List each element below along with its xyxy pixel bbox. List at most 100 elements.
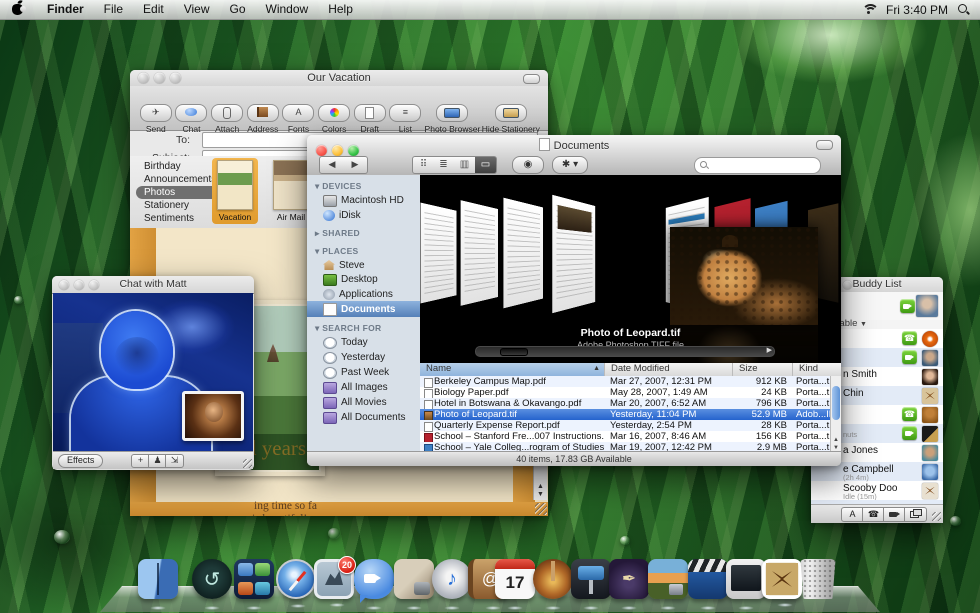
coverflow-view-button[interactable]: ▭ <box>475 156 497 174</box>
column-header-date[interactable]: Date Modified <box>605 363 733 376</box>
mail-resize-grip[interactable] <box>535 503 547 515</box>
forward-button[interactable]: ▶ <box>343 156 368 174</box>
finder-window[interactable]: Documents ◀ ▶ ⠿ ≣ ▥ ▭ ◉ ✱ ▾ ▾ DEVICES Ma… <box>307 135 841 466</box>
audio-chat-badge[interactable]: ☎ <box>902 407 917 421</box>
video-chat-button[interactable] <box>883 507 906 522</box>
chat-button[interactable]: Chat <box>174 104 210 134</box>
local-video-preview[interactable] <box>182 391 244 441</box>
column-view-button[interactable]: ▥ <box>454 156 476 174</box>
dock-trash-icon[interactable] <box>798 559 838 599</box>
menu-window[interactable]: Window <box>256 0 319 19</box>
hide-stationery-button[interactable]: Hide Stationery <box>482 104 540 134</box>
file-row[interactable]: Hotel in Botswana & Okavango.pdf Mar 20,… <box>420 398 831 409</box>
buddy-row[interactable]: Scooby Doo Idle (15m) <box>811 481 943 500</box>
scroll-up-arrow[interactable]: ▲ <box>831 437 841 443</box>
sidebar-item-past-week[interactable]: Past Week <box>307 365 420 380</box>
sidebar-item-today[interactable]: Today <box>307 335 420 350</box>
coverflow-scrubber[interactable]: ▶ <box>475 346 775 357</box>
dock-butterfly-picture-icon[interactable] <box>762 559 802 599</box>
spotlight-icon[interactable] <box>958 4 970 16</box>
action-menu-button[interactable]: ✱ ▾ <box>552 156 588 174</box>
file-row[interactable]: Berkeley Campus Map.pdf Mar 27, 2007, 12… <box>420 376 831 387</box>
colors-button[interactable]: Colors <box>316 104 352 134</box>
my-avatar[interactable] <box>916 295 938 317</box>
file-row[interactable]: Quarterly Expense Report.pdf Yesterday, … <box>420 420 831 431</box>
devices-header[interactable]: ▾ DEVICES <box>307 175 420 193</box>
coverflow-document[interactable] <box>420 203 456 304</box>
audio-chat-badge[interactable]: ☎ <box>902 331 917 345</box>
attach-button[interactable]: Attach <box>209 104 245 134</box>
sidebar-item-steve[interactable]: Steve <box>307 258 420 272</box>
dock-mail-icon[interactable]: 20 <box>314 559 354 599</box>
audio-chat-button[interactable]: ☎ <box>862 507 885 522</box>
mail-titlebar[interactable]: Our Vacation <box>130 70 548 87</box>
scroll-down-arrow[interactable]: ▼ <box>534 491 547 498</box>
coverflow-document[interactable] <box>503 198 543 309</box>
toolbar-toggle-button[interactable] <box>816 140 833 150</box>
coverflow-document[interactable] <box>552 195 595 313</box>
leopard-photo-preview[interactable] <box>670 227 818 325</box>
menu-finder[interactable]: Finder <box>37 0 94 19</box>
sidebar-item-all-images[interactable]: All Images <box>307 380 420 395</box>
search-for-header[interactable]: ▾ SEARCH FOR <box>307 317 420 335</box>
scroll-up-arrow[interactable]: ▲ <box>534 483 547 490</box>
menu-go[interactable]: Go <box>220 0 256 19</box>
sidebar-item-documents[interactable]: Documents <box>307 301 420 317</box>
buddy-resize-grip[interactable] <box>932 512 941 521</box>
dock-dashboard-icon[interactable] <box>234 559 274 599</box>
folder-proxy-icon[interactable] <box>539 138 550 151</box>
dock-ichat-icon[interactable] <box>354 559 394 599</box>
send-button[interactable]: ✈ Send <box>138 104 174 134</box>
file-list-scrollbar[interactable]: ▲ ▼ <box>830 376 841 452</box>
fullscreen-button[interactable]: ⇲ <box>165 454 184 468</box>
dock-iphoto-icon[interactable] <box>648 559 688 599</box>
sidebar-item-applications[interactable]: Applications <box>307 287 420 301</box>
dock-photo-booth-icon[interactable] <box>394 559 434 599</box>
toolbar-toggle-button[interactable] <box>523 74 540 84</box>
places-header[interactable]: ▾ PLACES <box>307 240 420 258</box>
file-row[interactable]: School – Stanford Fre...007 Instructions… <box>420 431 831 442</box>
ichat-titlebar[interactable]: Chat with Matt <box>52 276 254 294</box>
video-chat-badge[interactable] <box>902 350 917 364</box>
coverflow-document[interactable] <box>461 200 498 306</box>
scrubber-right-arrow[interactable]: ▶ <box>767 347 772 355</box>
photo-browser-button[interactable]: Photo Browser <box>423 104 481 134</box>
my-video-badge[interactable] <box>900 299 915 313</box>
dock-keynote-icon[interactable] <box>571 559 611 599</box>
search-field[interactable] <box>694 157 821 174</box>
menu-edit[interactable]: Edit <box>133 0 174 19</box>
file-row[interactable]: Biology Paper.pdf May 28, 2007, 1:49 AM … <box>420 387 831 398</box>
video-chat-badge[interactable] <box>902 426 917 440</box>
sidebar-item-desktop[interactable]: Desktop <box>307 272 420 287</box>
apple-menu-icon[interactable] <box>12 4 23 15</box>
dock-ical-icon[interactable]: 17 <box>495 559 535 599</box>
file-row-selected[interactable]: Photo of Leopard.tif Yesterday, 11:04 PM… <box>420 409 831 420</box>
effects-button[interactable]: Effects <box>58 454 103 468</box>
icon-view-button[interactable]: ⠿ <box>412 156 435 174</box>
list-button[interactable]: ≡ List <box>388 104 424 134</box>
column-header-kind[interactable]: Kind <box>793 363 841 376</box>
dock-front-row-icon[interactable] <box>726 559 766 599</box>
stationery-thumb-vacation[interactable]: Vacation <box>212 158 258 224</box>
coverflow-view[interactable]: D Photo of Leopard.tif Adobe Photoshop T… <box>420 175 841 363</box>
dock-time-machine-icon[interactable]: ↺ <box>192 559 232 599</box>
dock-itunes-icon[interactable]: ♪ <box>432 559 472 599</box>
text-chat-button[interactable]: A <box>841 507 864 522</box>
column-header-size[interactable]: Size <box>733 363 793 376</box>
back-button[interactable]: ◀ <box>319 156 345 174</box>
menu-clock[interactable]: Fri 3:40 PM <box>886 3 948 17</box>
sidebar-item-all-movies[interactable]: All Movies <box>307 395 420 410</box>
screen-sharing-button[interactable] <box>904 507 927 522</box>
sidebar-item-idisk[interactable]: iDisk <box>307 208 420 222</box>
sidebar-item-yesterday[interactable]: Yesterday <box>307 350 420 365</box>
fonts-button[interactable]: A Fonts <box>281 104 317 134</box>
menu-file[interactable]: File <box>94 0 133 19</box>
wifi-icon[interactable] <box>861 4 876 15</box>
dock-safari-icon[interactable] <box>276 559 316 599</box>
ichat-resize-grip[interactable] <box>243 459 252 468</box>
dock-pages-icon[interactable]: ✒ <box>609 559 649 599</box>
sidebar-item-all-documents[interactable]: All Documents <box>307 410 420 425</box>
list-view-button[interactable]: ≣ <box>433 156 455 174</box>
menu-view[interactable]: View <box>174 0 220 19</box>
address-button[interactable]: Address <box>245 104 281 134</box>
